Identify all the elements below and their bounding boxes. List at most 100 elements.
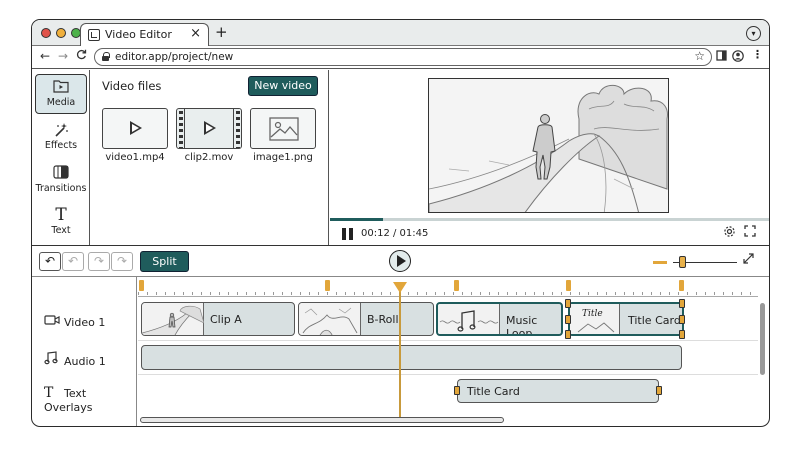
video-clip[interactable]: B-Roll xyxy=(298,302,434,336)
horizontal-scrollbar[interactable] xyxy=(140,417,504,423)
clip-trim-handle[interactable] xyxy=(679,330,685,339)
redo-disabled-button[interactable]: ↷ xyxy=(88,252,110,271)
media-file-clip2[interactable] xyxy=(176,108,242,149)
url-text: editor.app/project/new xyxy=(115,51,234,63)
side-nav: Media Effects Transitions T Text xyxy=(32,70,90,245)
timeline-lanes: Clip A B-Roll Music Loop Title Title Car… xyxy=(138,298,758,413)
new-video-button[interactable]: New video xyxy=(248,76,318,96)
image-icon xyxy=(269,117,299,141)
menu-kebab-icon[interactable]: ⋮ xyxy=(752,48,763,61)
clip-trim-handle[interactable] xyxy=(656,386,662,395)
clip-trim-handle[interactable] xyxy=(565,299,571,308)
preview-scene-image xyxy=(429,79,668,212)
expand-timeline-icon[interactable] xyxy=(743,253,754,267)
address-bar: ← → editor.app/project/new ☆ ⋮ xyxy=(32,46,769,69)
undo-button[interactable]: ↶ xyxy=(39,252,61,271)
minimize-window-button[interactable] xyxy=(56,28,66,38)
playback-progress-fill xyxy=(330,218,383,221)
media-file-label: video1.mp4 xyxy=(105,152,165,163)
magic-wand-icon xyxy=(35,122,87,138)
timeline-marker[interactable] xyxy=(325,280,330,291)
text-icon: T xyxy=(55,205,67,225)
sidebar-item-transitions[interactable]: Transitions xyxy=(35,161,87,201)
lock-icon xyxy=(102,52,110,61)
sidebar-item-label: Media xyxy=(46,97,76,108)
zoom-out-icon[interactable] xyxy=(653,261,667,264)
audio-clip[interactable] xyxy=(141,345,682,370)
media-panel: Video files New video video1.mp4 clip2.m… xyxy=(90,70,329,245)
vertical-scrollbar[interactable] xyxy=(760,303,765,375)
media-file-video1[interactable] xyxy=(102,108,168,149)
video-clip-selected[interactable]: Title Title Card xyxy=(568,302,684,336)
forward-button[interactable]: → xyxy=(58,49,68,63)
play-icon xyxy=(130,121,142,135)
playhead-handle[interactable] xyxy=(393,282,407,293)
track-label-audio: Audio 1 xyxy=(44,351,106,368)
play-icon xyxy=(204,121,216,135)
clip-thumbnail xyxy=(299,303,361,335)
clip-trim-handle[interactable] xyxy=(454,386,460,395)
bookmark-star-icon[interactable]: ☆ xyxy=(694,49,705,63)
time-ruler[interactable] xyxy=(138,277,758,297)
chevron-down-icon[interactable]: ▾ xyxy=(746,26,761,41)
back-button[interactable]: ← xyxy=(40,49,50,63)
sidebar-item-media[interactable]: Media xyxy=(35,74,87,114)
timeline-marker[interactable] xyxy=(566,280,571,291)
reload-button[interactable] xyxy=(76,49,87,63)
clip-trim-handle[interactable] xyxy=(565,315,571,324)
browser-tab[interactable]: Video Editor × xyxy=(80,23,209,46)
playhead[interactable] xyxy=(399,287,401,422)
timeline-marker[interactable] xyxy=(679,280,684,291)
clip-trim-handle[interactable] xyxy=(679,315,685,324)
url-field[interactable]: editor.app/project/new ☆ xyxy=(94,48,712,66)
close-window-button[interactable] xyxy=(41,28,51,38)
playback-progress-track[interactable] xyxy=(330,218,769,221)
tab-favicon-icon xyxy=(88,29,100,41)
transitions-icon xyxy=(35,165,87,181)
settings-gear-icon[interactable] xyxy=(723,225,736,242)
sidebar-toggle-icon[interactable] xyxy=(716,50,727,64)
play-button[interactable] xyxy=(389,250,411,272)
clip-trim-handle[interactable] xyxy=(565,330,571,339)
media-file-image1[interactable] xyxy=(250,108,316,149)
clip-name: B-Roll xyxy=(367,313,399,326)
clip-name: Music Loop xyxy=(506,314,538,336)
sidebar-item-effects[interactable]: Effects xyxy=(35,118,87,158)
filmstrip-icon xyxy=(177,109,185,148)
video-camera-icon xyxy=(44,314,60,329)
thumbnail-title-text: Title xyxy=(582,309,603,319)
clip-trim-handle[interactable] xyxy=(679,299,685,308)
split-button[interactable]: Split xyxy=(140,251,189,272)
text-overlay-clip[interactable]: Title Card xyxy=(457,379,659,403)
timeline-marker[interactable] xyxy=(139,280,144,291)
track-name: Video 1 xyxy=(64,316,106,329)
zoom-slider-knob[interactable] xyxy=(678,256,686,268)
media-file-label: image1.png xyxy=(253,152,313,163)
video-preview-frame[interactable] xyxy=(428,78,669,213)
preview-panel: 00:12 / 01:45 xyxy=(330,70,769,245)
track-name: Audio 1 xyxy=(64,355,106,368)
video-clip[interactable]: Clip A xyxy=(141,302,295,336)
track-labels: Video 1 Audio 1 T Text Overlays xyxy=(32,277,137,426)
browser-window: Video Editor × + ▾ ← → editor.app/projec… xyxy=(31,19,770,427)
clip-name: Clip A xyxy=(210,313,242,326)
track-label-video: Video 1 xyxy=(44,314,105,329)
media-file-label: clip2.mov xyxy=(184,152,234,163)
fullscreen-icon[interactable] xyxy=(744,225,756,241)
timeline-marker[interactable] xyxy=(454,280,459,291)
tab-close-icon[interactable]: × xyxy=(190,26,201,41)
pause-button[interactable] xyxy=(342,228,354,240)
media-folder-icon xyxy=(36,79,86,95)
title-bar: Video Editor × + ▾ xyxy=(32,20,769,46)
undo-history-button[interactable]: ↶ xyxy=(62,252,84,271)
sidebar-item-label: Text xyxy=(51,225,71,236)
clip-thumbnail: Title xyxy=(570,304,620,334)
profile-icon[interactable] xyxy=(732,50,744,65)
video-clip-selected[interactable]: Music Loop xyxy=(436,302,563,336)
sidebar-item-text[interactable]: T Text xyxy=(35,203,87,243)
clip-name: Title Card xyxy=(628,314,681,327)
tab-title: Video Editor xyxy=(105,28,172,41)
redo-button[interactable]: ↷ xyxy=(111,252,133,271)
new-tab-button[interactable]: + xyxy=(215,23,228,41)
clip-thumbnail xyxy=(142,303,205,335)
